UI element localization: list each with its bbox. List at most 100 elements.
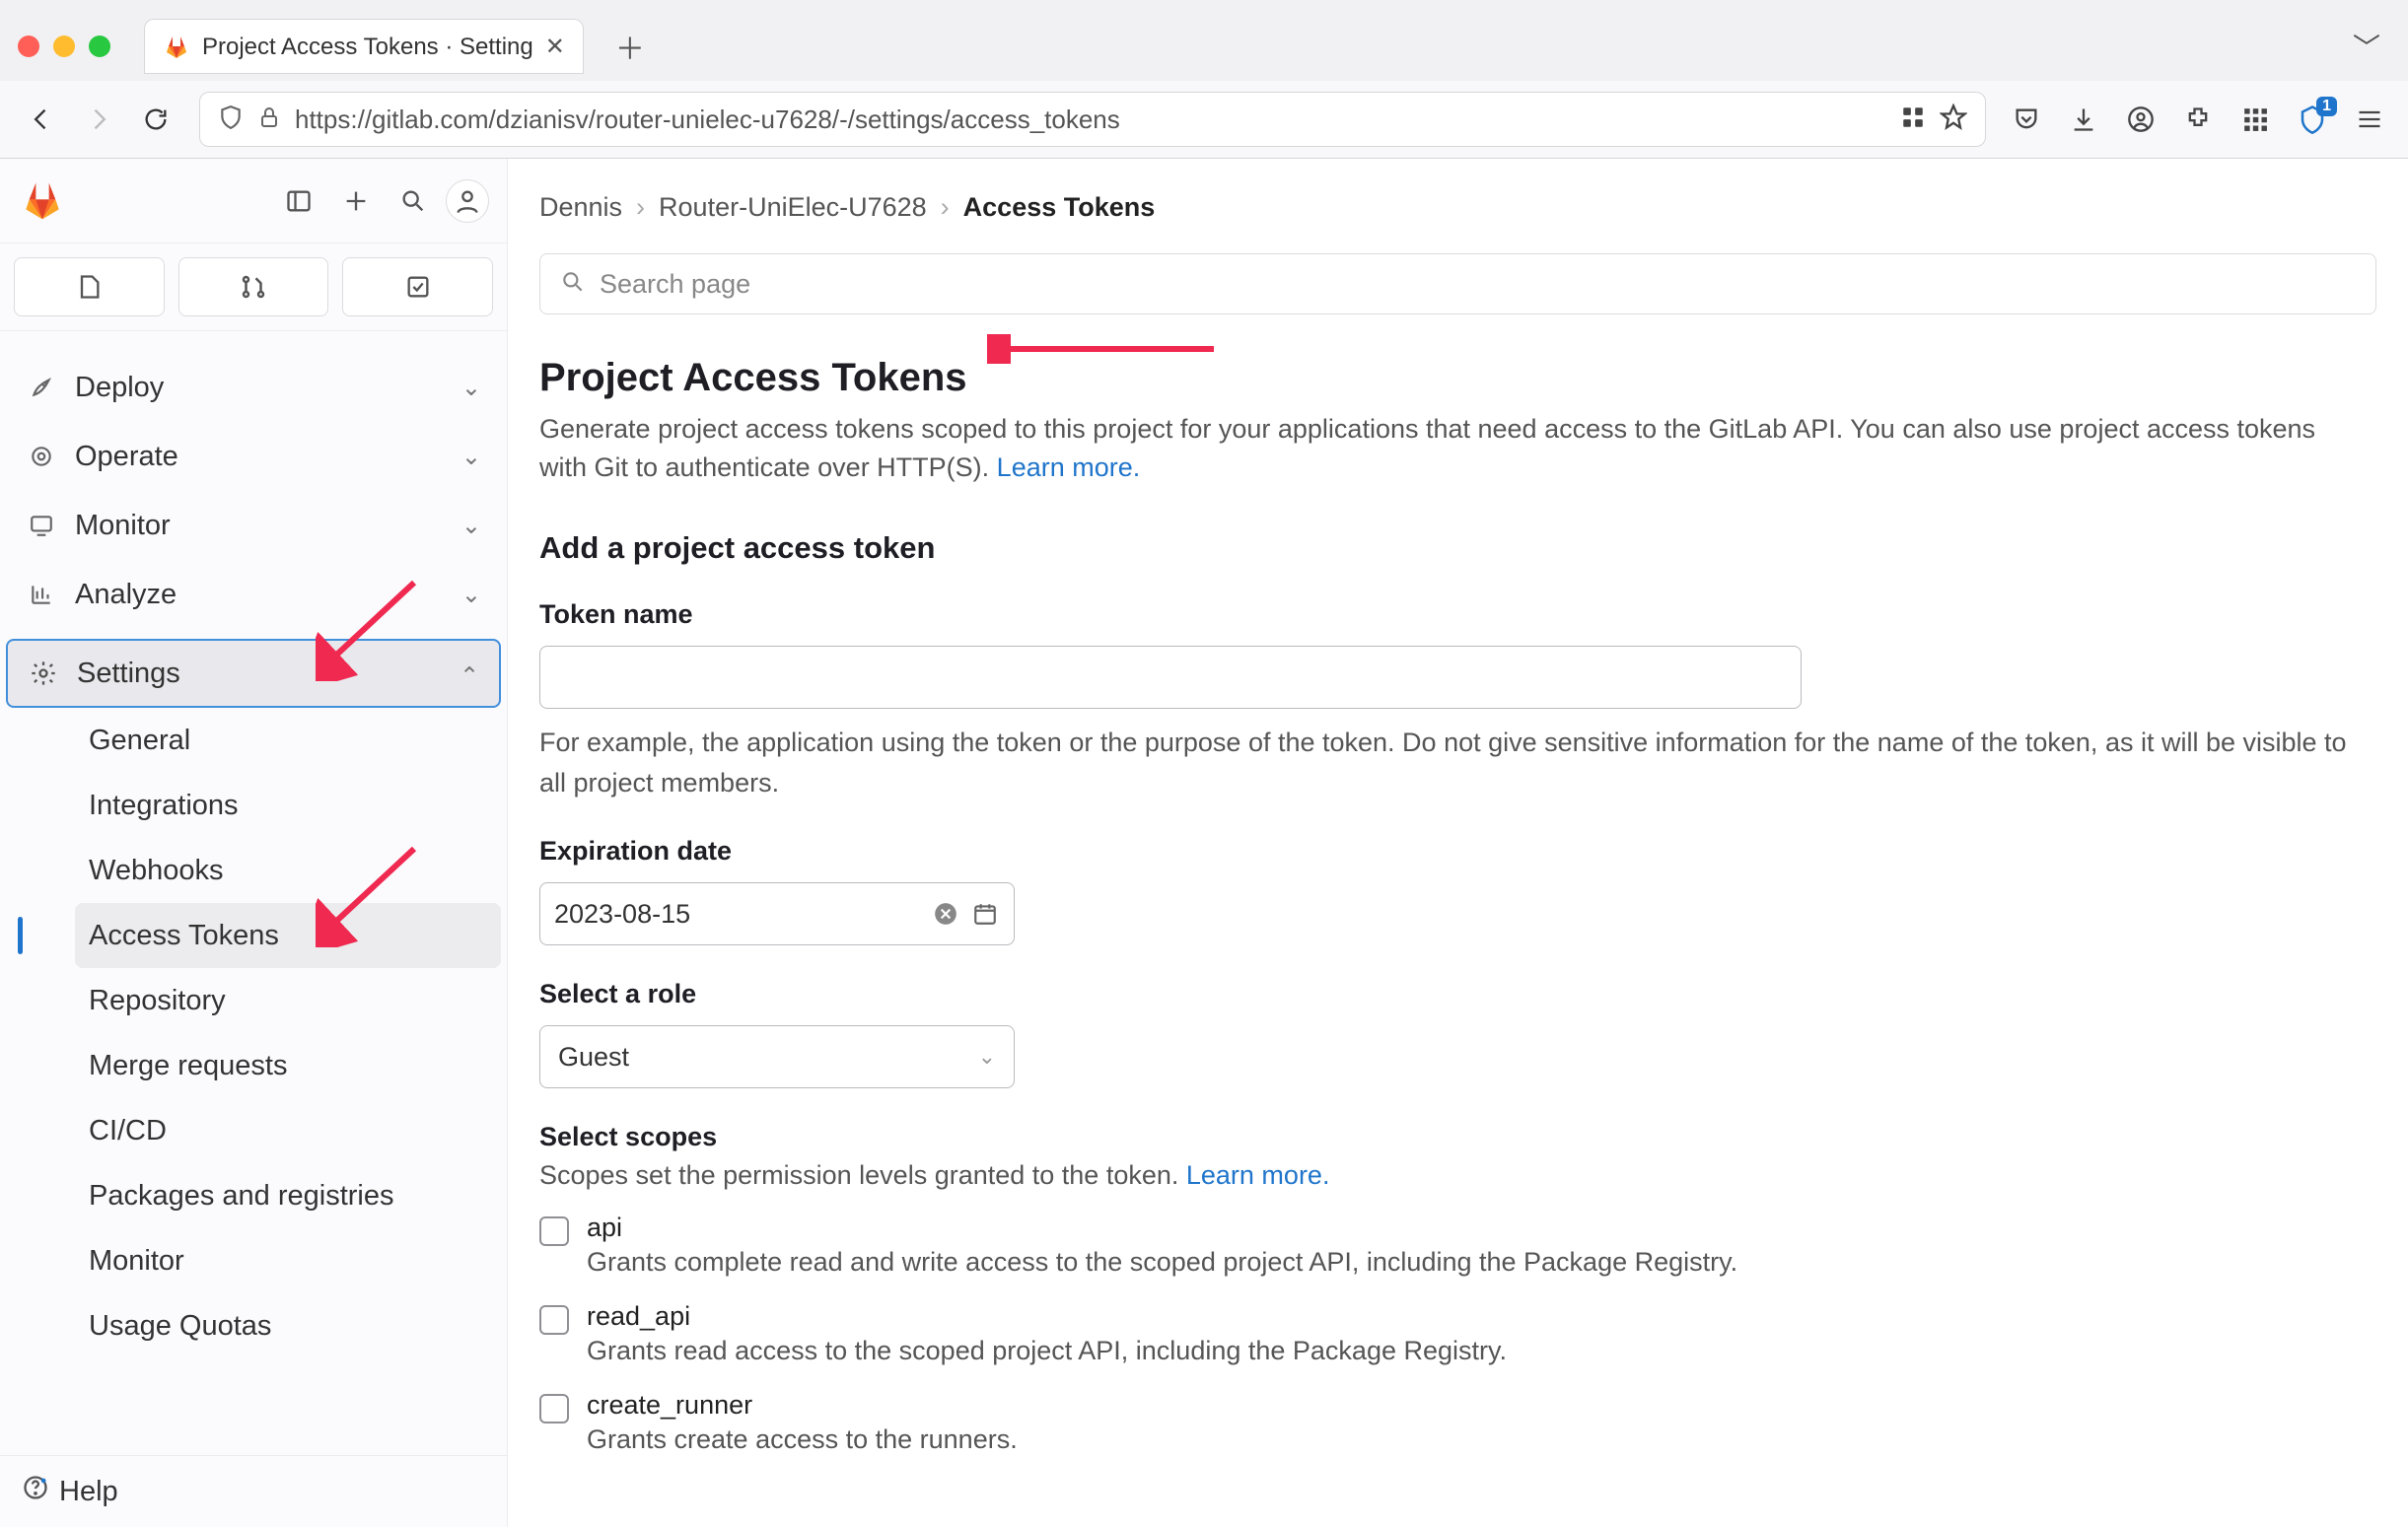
token-name-help: For example, the application using the t… [539, 723, 2354, 802]
help-label: Help [59, 1476, 118, 1508]
page-title: Project Access Tokens [539, 356, 967, 400]
scope-row: create_runner Grants create access to th… [539, 1390, 2376, 1455]
sidebar-subitem-label: Packages and registries [89, 1180, 394, 1213]
window-controls [18, 35, 110, 57]
sidebar-item-monitor[interactable]: Monitor ⌄ [6, 491, 501, 560]
window-maximize-button[interactable] [89, 35, 110, 57]
breadcrumb-label: Dennis [539, 192, 622, 222]
expiration-date-value: 2023-08-15 [554, 899, 921, 930]
sidebar-subitem-label: Integrations [89, 790, 239, 822]
gitlab-logo-icon[interactable] [18, 176, 67, 226]
chevron-down-icon: ⌄ [461, 581, 481, 609]
app-shell: Secure ⌄ Deploy ⌄ Operate ⌄ Monitor ⌄ [0, 159, 2408, 1527]
role-select-value: Guest [558, 1042, 968, 1073]
token-name-label: Token name [539, 599, 2376, 630]
token-name-input[interactable] [539, 646, 1802, 709]
downloads-icon[interactable] [2067, 103, 2100, 136]
sidebar-item-settings[interactable]: Settings ⌄ [6, 639, 501, 708]
sidebar-item-label: Monitor [75, 510, 171, 542]
sidebar-toggle-icon[interactable] [274, 176, 323, 226]
role-select[interactable]: Guest ⌄ [539, 1025, 1015, 1088]
scope-name: api [587, 1213, 1737, 1243]
search-icon[interactable] [389, 176, 438, 226]
sidebar-item-operate[interactable]: Operate ⌄ [6, 422, 501, 491]
tab-close-icon[interactable]: ✕ [545, 33, 565, 61]
sidebar-subitem-usage-quotas[interactable]: Usage Quotas [75, 1293, 501, 1358]
sidebar-item-analyze[interactable]: Analyze ⌄ [6, 560, 501, 629]
sidebar-help[interactable]: Help [0, 1455, 507, 1527]
operate-icon [26, 441, 57, 472]
page-search[interactable] [539, 253, 2376, 314]
expiration-label: Expiration date [539, 836, 2376, 867]
scopes-learn-more-link[interactable]: Learn more. [1186, 1160, 1330, 1190]
sidebar: Secure ⌄ Deploy ⌄ Operate ⌄ Monitor ⌄ [0, 159, 508, 1527]
breadcrumb-link[interactable]: Router-UniElec-U7628 [659, 192, 927, 223]
merge-requests-shortcut[interactable] [178, 257, 329, 316]
sidebar-subitem-general[interactable]: General [75, 708, 501, 773]
expiration-date-input[interactable]: 2023-08-15 [539, 882, 1015, 945]
reader-mode-icon[interactable] [1900, 104, 1926, 135]
sidebar-subitem-repository[interactable]: Repository [75, 968, 501, 1033]
nav-reload-button[interactable] [136, 100, 176, 139]
breadcrumb-label: Router-UniElec-U7628 [659, 192, 927, 222]
sidebar-subitem-cicd[interactable]: CI/CD [75, 1098, 501, 1163]
chevron-down-icon: ⌄ [461, 374, 481, 402]
scope-checkbox-api[interactable] [539, 1216, 569, 1246]
scope-name: create_runner [587, 1390, 1018, 1421]
sidebar-subitem-access-tokens[interactable]: Access Tokens [75, 903, 501, 968]
tabs-dropdown-icon[interactable]: ﹀ [2353, 27, 2390, 66]
todos-shortcut[interactable] [342, 257, 493, 316]
sidebar-subitem-packages[interactable]: Packages and registries [75, 1163, 501, 1228]
lock-icon[interactable] [257, 105, 281, 134]
scope-row: api Grants complete read and write acces… [539, 1213, 2376, 1278]
nav-back-button[interactable] [22, 100, 61, 139]
scope-row: read_api Grants read access to the scope… [539, 1301, 2376, 1366]
sidebar-subitem-label: Access Tokens [89, 920, 279, 952]
scopes-description: Scopes set the permission levels granted… [539, 1160, 2376, 1191]
sidebar-item-label: Analyze [75, 579, 177, 611]
page-search-input[interactable] [600, 269, 2356, 300]
nav-forward-button[interactable] [79, 100, 118, 139]
sidebar-subitem-label: CI/CD [89, 1115, 167, 1147]
scope-checkbox-create-runner[interactable] [539, 1394, 569, 1423]
window-minimize-button[interactable] [53, 35, 75, 57]
breadcrumb-link[interactable]: Dennis [539, 192, 622, 223]
clear-icon[interactable] [931, 899, 960, 929]
pocket-icon[interactable] [2010, 103, 2043, 136]
role-label: Select a role [539, 979, 2376, 1009]
account-icon[interactable] [2124, 103, 2158, 136]
section-title: Add a project access token [539, 530, 2376, 566]
extension-badge-icon[interactable]: 1 [2296, 103, 2329, 136]
gear-icon [28, 658, 59, 689]
create-new-icon[interactable] [331, 176, 381, 226]
sidebar-item-secure[interactable]: Secure ⌄ [6, 335, 501, 353]
calendar-icon[interactable] [970, 899, 1000, 929]
window-close-button[interactable] [18, 35, 39, 57]
breadcrumb-separator-icon: › [636, 192, 645, 223]
sidebar-subitem-label: Repository [89, 985, 226, 1017]
sidebar-subitem-merge-requests[interactable]: Merge requests [75, 1033, 501, 1098]
learn-more-link[interactable]: Learn more. [997, 452, 1141, 482]
apps-grid-icon[interactable] [2238, 103, 2272, 136]
browser-tab[interactable]: Project Access Tokens · Setting ✕ [144, 19, 584, 74]
extension-badge-count: 1 [2316, 97, 2337, 116]
sidebar-nav: Secure ⌄ Deploy ⌄ Operate ⌄ Monitor ⌄ [0, 331, 507, 1455]
hamburger-menu-icon[interactable] [2353, 103, 2386, 136]
scope-checkbox-read-api[interactable] [539, 1305, 569, 1335]
new-tab-button[interactable]: ＋ [602, 19, 659, 74]
user-avatar[interactable] [446, 179, 489, 223]
sidebar-subitem-monitor[interactable]: Monitor [75, 1228, 501, 1293]
sidebar-subitem-integrations[interactable]: Integrations [75, 773, 501, 838]
sidebar-subitem-webhooks[interactable]: Webhooks [75, 838, 501, 903]
sidebar-item-label: Deploy [75, 372, 164, 404]
search-icon [560, 269, 586, 300]
shield-icon[interactable] [218, 104, 244, 135]
scope-name: read_api [587, 1301, 1507, 1332]
monitor-icon [26, 510, 57, 541]
tab-strip: Project Access Tokens · Setting ✕ ＋ ﹀ [0, 0, 2408, 81]
issues-shortcut[interactable] [14, 257, 165, 316]
bookmark-star-icon[interactable] [1940, 104, 1967, 136]
address-bar[interactable]: https://gitlab.com/dzianisv/router-uniel… [199, 92, 1986, 147]
extensions-icon[interactable] [2181, 103, 2215, 136]
sidebar-item-deploy[interactable]: Deploy ⌄ [6, 353, 501, 422]
